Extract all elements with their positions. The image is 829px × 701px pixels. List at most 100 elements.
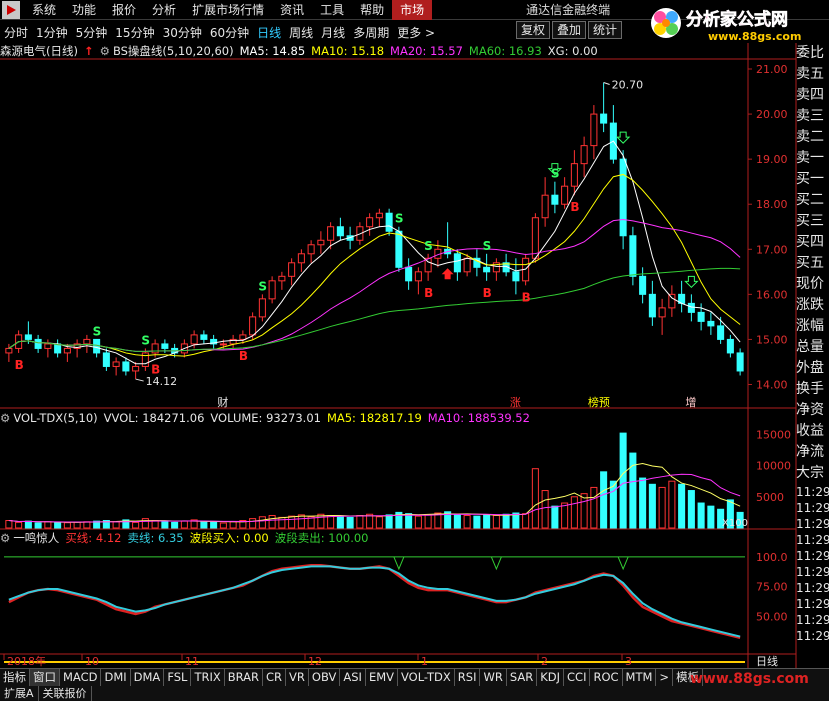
- xaxis-label: 2: [541, 655, 548, 668]
- candle-body: [619, 158, 627, 237]
- xaxis-label: 11: [185, 655, 199, 668]
- candle-body: [531, 217, 539, 259]
- event-marker-increase[interactable]: 增: [685, 395, 696, 409]
- buy-signal-marker: B: [424, 286, 433, 300]
- tab--[interactable]: >: [656, 669, 674, 686]
- event-marker-list[interactable]: 榜预: [588, 395, 610, 409]
- xaxis-label: 3: [625, 655, 632, 668]
- quote-field-label: 买四: [796, 234, 824, 250]
- tab-emv[interactable]: EMV: [366, 669, 398, 686]
- volume-bar: [697, 502, 705, 529]
- volume-bar: [229, 521, 237, 529]
- candle-body: [34, 338, 42, 349]
- volume-bar: [414, 515, 422, 529]
- tab-vr[interactable]: VR: [286, 669, 309, 686]
- low-price-label: 14.12: [146, 375, 178, 388]
- buy-line: [8, 563, 741, 639]
- low-pointer: [135, 378, 144, 382]
- candle-body: [83, 338, 91, 345]
- tab-brar[interactable]: BRAR: [225, 669, 264, 686]
- tab-dma[interactable]: DMA: [131, 669, 165, 686]
- xaxis-label: 12: [308, 655, 322, 668]
- candle-body: [190, 334, 198, 345]
- candle-body: [736, 352, 744, 372]
- volume-bar: [707, 505, 715, 529]
- candle-body: [668, 293, 676, 309]
- quote-field-label: 买五: [796, 255, 824, 271]
- candle-body: [570, 163, 578, 187]
- volume-bar: [278, 516, 286, 529]
- volume-bar: [600, 471, 608, 529]
- tab-sar[interactable]: SAR: [507, 669, 538, 686]
- oscillator-axis-label: 100.0: [756, 551, 788, 564]
- candle-body: [336, 226, 344, 237]
- volume-bar: [405, 513, 413, 529]
- tab-rsi[interactable]: RSI: [455, 669, 481, 686]
- candle-body: [395, 230, 403, 268]
- volume-bar: [161, 521, 169, 529]
- volume-bar: [609, 480, 617, 529]
- candle-body: [639, 275, 647, 295]
- tab-cci[interactable]: CCI: [564, 669, 591, 686]
- candle-body: [24, 334, 32, 340]
- buy-signal-marker: B: [483, 286, 492, 300]
- candle-body: [132, 365, 140, 372]
- candle-body: [249, 316, 257, 336]
- tab--[interactable]: 指标: [0, 669, 30, 686]
- volume-bar: [132, 521, 140, 529]
- volume-bar: [210, 521, 218, 529]
- oscillator-layer: [4, 556, 745, 663]
- tab-obv[interactable]: OBV: [309, 669, 341, 686]
- oscillator-axis-label: 50.00: [756, 610, 788, 623]
- tab-dmi[interactable]: DMI: [101, 669, 131, 686]
- quote-field-label: 11:29: [796, 613, 829, 627]
- candle-body: [697, 311, 705, 322]
- candle-body: [551, 194, 559, 205]
- xaxis-label: 2018年: [7, 654, 46, 668]
- quote-field-label: 外盘: [796, 360, 824, 376]
- event-marker-finance[interactable]: 财: [217, 395, 228, 409]
- quote-field-label: 净流: [796, 444, 824, 460]
- tab-asi[interactable]: ASI: [340, 669, 366, 686]
- candle-body: [200, 334, 208, 340]
- volume-bar: [54, 521, 62, 529]
- quote-field-label: 卖二: [796, 129, 824, 145]
- volume-bar: [570, 496, 578, 529]
- candle-body: [463, 257, 471, 273]
- quote-field-label: 换手: [796, 381, 824, 397]
- candle-body: [561, 185, 569, 205]
- tab--[interactable]: 窗口: [30, 669, 60, 686]
- tab-kdj[interactable]: KDJ: [537, 669, 565, 686]
- tab-extended-a[interactable]: 扩展A: [0, 686, 39, 701]
- sell-signal-marker: S: [258, 279, 267, 293]
- tab-mtm[interactable]: MTM: [623, 669, 657, 686]
- event-marker-limit-up[interactable]: 涨: [510, 396, 521, 409]
- candle-body: [239, 334, 247, 340]
- candle-body: [288, 262, 296, 277]
- candle-body: [453, 253, 461, 273]
- tab-wr[interactable]: WR: [480, 669, 507, 686]
- volume-bar: [687, 490, 695, 529]
- tab-trix[interactable]: TRIX: [191, 669, 225, 686]
- tab-roc[interactable]: ROC: [590, 669, 623, 686]
- tab-vol-tdx[interactable]: VOL-TDX: [398, 669, 455, 686]
- high-pointer: [603, 82, 610, 86]
- volume-bar: [492, 515, 500, 529]
- volume-bar: [200, 521, 208, 529]
- volume-axis-label: 10000: [756, 460, 791, 473]
- candle-body: [63, 347, 71, 354]
- tab-macd[interactable]: MACD: [60, 669, 102, 686]
- watermark-url: www.88gs.com: [690, 671, 809, 687]
- candle-body: [512, 271, 520, 282]
- tab-related-quote[interactable]: 关联报价: [39, 686, 92, 701]
- tab-fsl[interactable]: FSL: [164, 669, 192, 686]
- chart-area[interactable]: B BBB B BBSSSSS SS 21.0020.0019.0018.0017.00…: [0, 0, 829, 668]
- volume-bar: [473, 515, 481, 529]
- sell-signal-marker: S: [395, 212, 404, 226]
- volume-bar: [551, 505, 559, 529]
- buy-signal-marker: B: [522, 290, 531, 304]
- volume-bar: [24, 520, 32, 529]
- tab-cr[interactable]: CR: [263, 669, 287, 686]
- price-axis-label: 16.00: [756, 288, 788, 301]
- quote-field-label: 净资: [796, 402, 824, 418]
